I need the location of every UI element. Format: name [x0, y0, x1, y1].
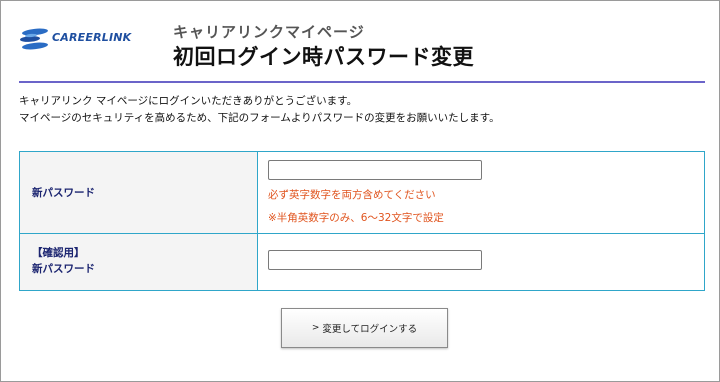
password-hint-rules: ※半角英数字のみ、6〜32文字で設定 — [268, 212, 444, 224]
confirm-password-label: 【確認用】 新パスワード — [32, 245, 95, 277]
confirm-password-row: 【確認用】 新パスワード — [20, 234, 704, 290]
confirm-label-line-1: 【確認用】 — [32, 247, 85, 259]
new-password-label-cell: 新パスワード — [20, 152, 258, 233]
new-password-input[interactable] — [268, 160, 482, 180]
intro-line-2: マイページのセキュリティを高めるため、下記のフォームよりパスワードの変更をお願い… — [19, 112, 500, 124]
site-subtitle: キャリアリンクマイページ — [173, 23, 365, 41]
intro-line-1: キャリアリンク マイページにログインいただきありがとうございます。 — [19, 95, 358, 107]
page-title: 初回ログイン時パスワード変更 — [173, 45, 474, 69]
intro-text: キャリアリンク マイページにログインいただきありがとうございます。 マイページの… — [19, 93, 500, 127]
header-divider — [19, 81, 705, 83]
page-frame: CAREERLINK キャリアリンクマイページ 初回ログイン時パスワード変更 キ… — [0, 0, 720, 382]
confirm-password-label-cell: 【確認用】 新パスワード — [20, 234, 258, 290]
password-hint-required: 必ず英字数字を両方含めてください — [268, 189, 436, 201]
submit-button-label: 変更してログインする — [322, 324, 418, 335]
page-header: CAREERLINK キャリアリンクマイページ 初回ログイン時パスワード変更 — [1, 1, 719, 81]
new-password-row: 新パスワード 必ず英字数字を両方含めてください ※半角英数字のみ、6〜32文字で… — [20, 152, 704, 234]
chevron-right-icon: > — [311, 323, 320, 333]
password-form-table: 新パスワード 必ず英字数字を両方含めてください ※半角英数字のみ、6〜32文字で… — [19, 151, 705, 291]
confirm-password-input[interactable] — [268, 250, 482, 270]
logo-text: CAREERLINK — [52, 31, 132, 44]
careerlink-logo: CAREERLINK — [19, 25, 151, 55]
change-and-login-button[interactable]: > 変更してログインする — [281, 308, 448, 348]
confirm-label-line-2: 新パスワード — [32, 263, 95, 275]
new-password-label: 新パスワード — [32, 187, 95, 199]
